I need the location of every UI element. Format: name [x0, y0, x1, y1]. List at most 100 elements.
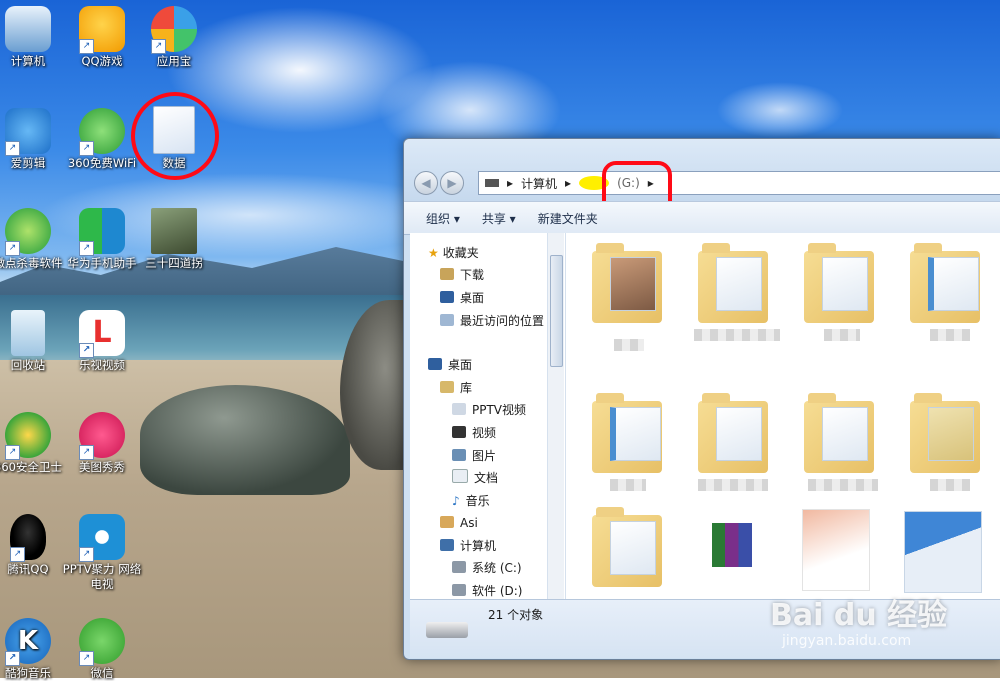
- file-item[interactable]: [910, 389, 988, 491]
- desktop-icon-yingyongbao[interactable]: ↗ 应用宝: [134, 6, 214, 69]
- desktop-icon-label: 美图秀秀: [79, 460, 125, 474]
- desktop-icon-label: 回收站: [10, 358, 46, 372]
- file-item[interactable]: [698, 389, 776, 491]
- breadcrumb-computer[interactable]: 计算机: [521, 175, 557, 192]
- folder-icon: [910, 243, 980, 323]
- shortcut-arrow-icon: ↗: [79, 651, 94, 666]
- forward-button[interactable]: ▶: [440, 171, 464, 195]
- blurred-label: [610, 479, 646, 491]
- nav-downloads[interactable]: 下载: [440, 265, 484, 285]
- nav-documents[interactable]: 文档: [452, 468, 498, 488]
- desktop-icon-label: 华为手机助手: [67, 256, 137, 270]
- organize-button[interactable]: 组织 ▾: [426, 210, 460, 227]
- desktop-icon-tencent-qq[interactable]: ↗ 腾讯QQ: [0, 514, 68, 577]
- user-folder-icon: [440, 516, 454, 528]
- image-thumbnail: [712, 523, 752, 567]
- shortcut-arrow-icon: ↗: [79, 141, 94, 156]
- desktop-icon-label: 酷狗音乐: [5, 666, 51, 680]
- file-item[interactable]: [592, 389, 670, 491]
- nav-videos[interactable]: 视频: [452, 423, 496, 443]
- desktop-icon-360wifi[interactable]: ↗ 360免费WiFi: [62, 108, 142, 171]
- desktop-icon-360-safe[interactable]: ↗ 360安全卫士: [0, 412, 68, 475]
- file-item[interactable]: [592, 239, 670, 351]
- file-item[interactable]: [692, 511, 782, 597]
- desktop-icon-huawei[interactable]: ↗ 华为手机助手: [62, 208, 142, 271]
- nav-desktop-fav[interactable]: 桌面: [440, 288, 484, 308]
- explorer-window[interactable]: ◀ ▶ ▸ 计算机 ▸ (G:) ▸ 组织 ▾ 共享 ▾ 新建文件夹 ★ 收藏夹 …: [403, 138, 1000, 660]
- nav-computer[interactable]: 计算机: [440, 536, 496, 556]
- blurred-label: [930, 329, 970, 341]
- desktop-icon-recycle-bin[interactable]: 回收站: [0, 310, 68, 373]
- desktop-icon-weidian[interactable]: ↗ 微点杀毒软件: [0, 208, 68, 271]
- scrollbar-thumb[interactable]: [550, 255, 563, 367]
- file-item[interactable]: [798, 509, 876, 595]
- computer-icon: [5, 6, 51, 52]
- shortcut-arrow-icon: ↗: [5, 141, 20, 156]
- nav-drive-d[interactable]: 软件 (D:): [452, 581, 522, 599]
- drive-icon: [452, 561, 466, 573]
- desktop-icon-label: QQ游戏: [81, 54, 123, 68]
- wechat-icon: ↗: [79, 618, 125, 666]
- drive-icon: [426, 622, 468, 638]
- music-note-icon: ♪: [452, 494, 460, 508]
- desktop-icon-34-bends[interactable]: 三十四道拐: [134, 208, 214, 271]
- desktop-icon-label: 乐视视频: [79, 358, 125, 372]
- desktop-icon-aijianji[interactable]: ↗ 爱剪辑: [0, 108, 68, 171]
- command-toolbar: 组织 ▾ 共享 ▾ 新建文件夹: [404, 201, 1000, 235]
- desktop-icon-letv[interactable]: L ↗ 乐视视频: [62, 310, 142, 373]
- shortcut-arrow-icon: ↗: [5, 651, 20, 666]
- letv-icon: L ↗: [79, 310, 125, 358]
- navigation-pane: ★ 收藏夹 下载 桌面 最近访问的位置 桌面 库 PPTV视频 视频 图片 文档 …: [410, 233, 566, 599]
- nav-music[interactable]: ♪ 音乐: [452, 491, 490, 511]
- nav-libraries[interactable]: 库: [440, 378, 472, 398]
- back-button[interactable]: ◀: [414, 171, 438, 195]
- desktop-icon-meitu[interactable]: ↗ 美图秀秀: [62, 412, 142, 475]
- pictures-icon: [452, 449, 466, 461]
- downloads-folder-icon: [440, 268, 454, 280]
- nav-drive-c[interactable]: 系统 (C:): [452, 558, 522, 578]
- nav-pictures[interactable]: 图片: [452, 446, 496, 466]
- blurred-label: [930, 479, 970, 491]
- folder-icon: [592, 243, 662, 323]
- shortcut-arrow-icon: ↗: [151, 39, 166, 54]
- nav-desktop[interactable]: 桌面: [428, 355, 472, 375]
- shortcut-arrow-icon: ↗: [79, 241, 94, 256]
- shortcut-arrow-icon: ↗: [10, 547, 25, 562]
- shortcut-arrow-icon: ↗: [5, 241, 20, 256]
- shortcut-arrow-icon: ↗: [5, 445, 20, 460]
- address-bar[interactable]: ▸ 计算机 ▸ (G:) ▸: [478, 171, 1000, 195]
- qq-game-icon: ↗: [79, 6, 125, 54]
- video-icon: [452, 426, 466, 438]
- navigation-scrollbar[interactable]: [547, 233, 564, 599]
- new-folder-button[interactable]: 新建文件夹: [538, 210, 598, 227]
- share-button[interactable]: 共享 ▾: [482, 210, 516, 227]
- library-icon: [440, 381, 454, 393]
- folder-icon: [592, 507, 662, 587]
- desktop-icon-qq-game[interactable]: ↗ QQ游戏: [62, 6, 142, 69]
- recent-places-icon: [440, 314, 454, 326]
- nav-favorites[interactable]: ★ 收藏夹: [428, 243, 479, 263]
- desktop-icon-pptv[interactable]: ↗ PPTV聚力 网络电视: [62, 514, 142, 592]
- desktop-icon-wechat[interactable]: ↗ 微信: [62, 618, 142, 681]
- file-item[interactable]: [804, 239, 882, 341]
- desktop-icon-label: 微信: [90, 666, 114, 680]
- watermark-url: jingyan.baidu.com: [782, 633, 912, 649]
- nav-recent[interactable]: 最近访问的位置: [440, 311, 544, 331]
- nav-pptv[interactable]: PPTV视频: [452, 400, 526, 420]
- desktop-icon-kugou[interactable]: K ↗ 酷狗音乐: [0, 618, 68, 681]
- nav-asi[interactable]: Asi: [440, 513, 478, 533]
- file-item[interactable]: [694, 239, 780, 341]
- file-item[interactable]: [910, 239, 988, 341]
- object-count: 21 个对象: [488, 608, 544, 622]
- yingyongbao-icon: ↗: [151, 6, 197, 54]
- file-item[interactable]: [904, 511, 982, 597]
- document-thumbnail: [904, 511, 982, 593]
- desktop-icon: [440, 291, 454, 303]
- file-item[interactable]: [592, 503, 670, 589]
- desktop-icon-label: 360安全卫士: [0, 460, 62, 474]
- antivirus-icon: ↗: [5, 208, 51, 256]
- file-item[interactable]: [804, 389, 882, 491]
- folder-icon: [804, 393, 874, 473]
- blurred-label: [698, 479, 768, 491]
- desktop-icon-computer[interactable]: 计算机: [0, 6, 68, 69]
